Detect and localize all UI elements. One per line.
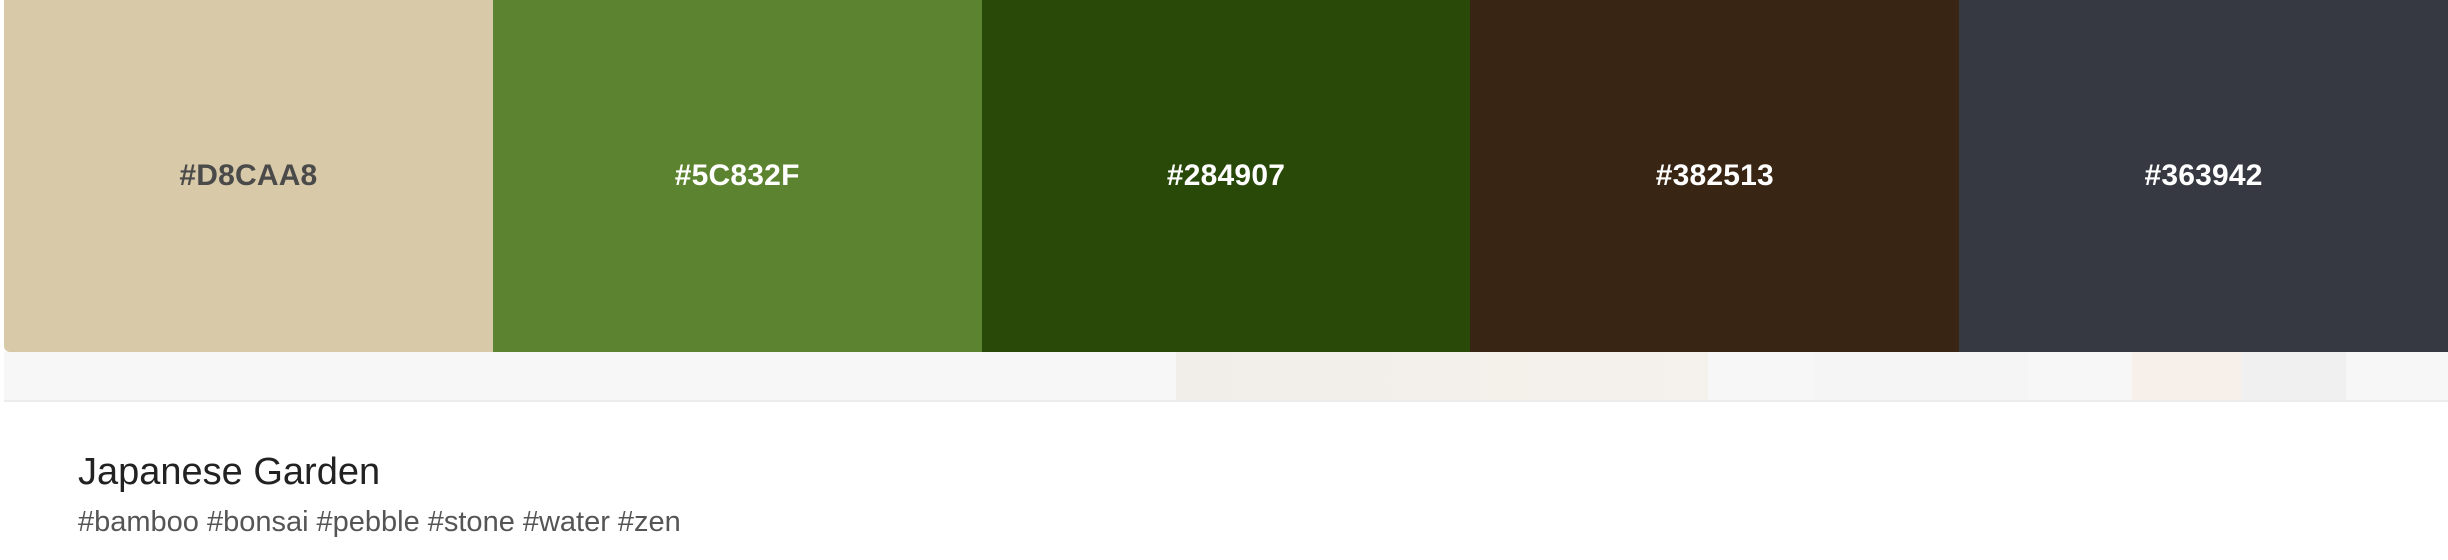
tag-link[interactable]: #water (523, 502, 610, 542)
image-preview-strip (4, 352, 2448, 402)
color-palette: #D8CAA8 #5C832F #284907 #382513 #363942 (4, 0, 2448, 352)
palette-info: Japanese Garden #bamboo #bonsai #pebble … (78, 448, 681, 542)
preview-thumbnail (2132, 352, 2242, 400)
preview-thumbnail (1814, 352, 2028, 400)
tag-link[interactable]: #zen (618, 502, 681, 542)
color-swatch[interactable]: #382513 (1470, 0, 1960, 352)
swatch-hex-label: #5C832F (674, 159, 800, 192)
tag-link[interactable]: #bonsai (207, 502, 309, 542)
color-swatch[interactable]: #5C832F (492, 0, 982, 352)
swatch-hex-label: #363942 (2144, 159, 2263, 192)
preview-thumbnail (2242, 352, 2346, 400)
color-swatch[interactable]: #D8CAA8 (4, 0, 493, 352)
color-swatch[interactable]: #363942 (1959, 0, 2448, 352)
tag-list: #bamboo #bonsai #pebble #stone #water #z… (78, 502, 681, 542)
tag-link[interactable]: #pebble (317, 502, 420, 542)
swatch-hex-label: #284907 (1166, 159, 1286, 192)
tag-link[interactable]: #stone (428, 502, 515, 542)
palette-title[interactable]: Japanese Garden (78, 448, 681, 496)
palette-card: #D8CAA8 #5C832F #284907 #382513 #363942 … (0, 0, 2448, 560)
preview-thumbnail (1176, 352, 1708, 400)
tag-link[interactable]: #bamboo (78, 502, 199, 542)
swatch-hex-label: #382513 (1655, 159, 1774, 192)
swatch-hex-label: #D8CAA8 (179, 159, 318, 192)
color-swatch[interactable]: #284907 (981, 0, 1471, 352)
